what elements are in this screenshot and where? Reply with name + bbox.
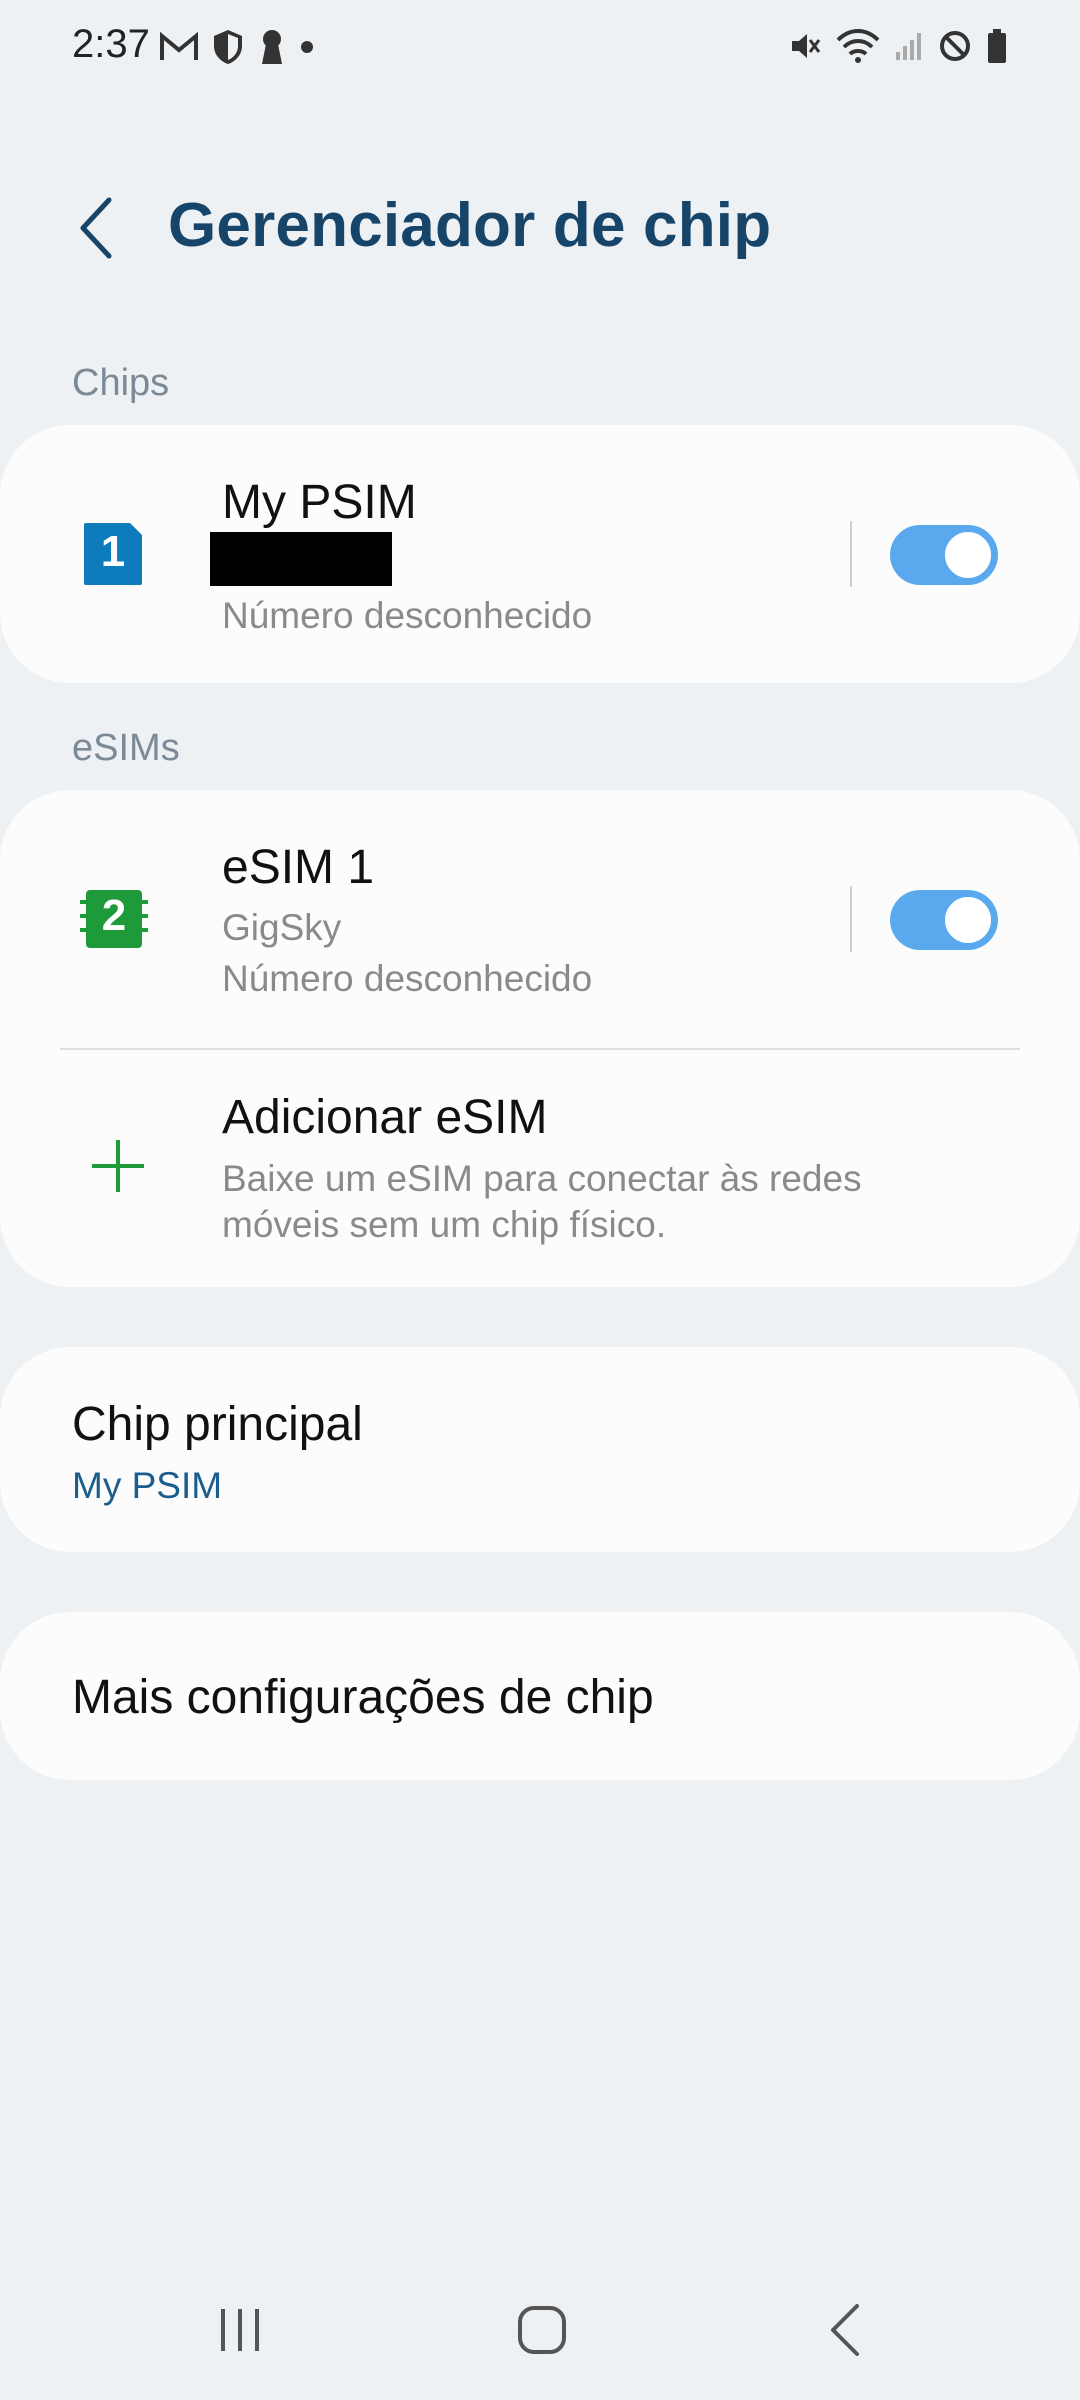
esims-card: 2 eSIM 1 GigSky Número desconhecido Adic… (0, 790, 1080, 1287)
sim-toggle-psim[interactable] (890, 525, 998, 585)
sim-row-psim[interactable]: 1 My PSIM Número desconhecido (0, 425, 1080, 683)
plus-icon (92, 1140, 144, 1192)
chips-card: 1 My PSIM Número desconhecido (0, 425, 1080, 683)
keyhole-icon (262, 30, 282, 64)
status-right-icons (788, 28, 1008, 64)
mute-icon (792, 34, 821, 58)
more-settings-card[interactable]: Mais configurações de chip (0, 1612, 1080, 1780)
section-label-esims: eSIMs (72, 727, 180, 769)
redacted-block (210, 532, 392, 586)
chevron-left-icon (80, 197, 112, 259)
nav-back-icon (831, 2304, 859, 2356)
vertical-divider (850, 521, 852, 587)
app-header: Gerenciador de chip (0, 170, 1080, 280)
add-esim-desc-line1: Baixe um eSIM para conectar às redes (222, 1158, 862, 1199)
home-button[interactable] (497, 2290, 587, 2370)
back-button[interactable] (60, 188, 130, 268)
toggle-knob (942, 529, 994, 581)
sim-badge: 1 (100, 527, 126, 576)
add-esim-row[interactable]: Adicionar eSIM Baixe um eSIM para conect… (0, 1050, 1080, 1287)
esim-carrier: GigSky (222, 907, 342, 948)
esim-number: Número desconhecido (222, 958, 593, 999)
navigation-bar (0, 2260, 1080, 2400)
more-settings-label: Mais configurações de chip (72, 1671, 654, 1724)
nav-back-button[interactable] (800, 2290, 890, 2370)
esim-badge: 2 (101, 891, 127, 940)
sim-row-esim1[interactable]: 2 eSIM 1 GigSky Número desconhecido (0, 790, 1080, 1048)
gmail-icon (160, 32, 198, 60)
home-icon (518, 2306, 566, 2354)
dot-icon (301, 41, 313, 53)
battery-icon (988, 29, 1006, 63)
signal-icon (896, 33, 921, 60)
sim-toggle-esim1[interactable] (890, 890, 998, 950)
shield-icon (214, 30, 242, 64)
add-esim-desc-line2: móveis sem um chip físico. (222, 1204, 667, 1245)
vertical-divider (850, 886, 852, 952)
status-time: 2:37 (72, 22, 150, 66)
block-icon (940, 31, 970, 61)
primary-chip-label: Chip principal (72, 1398, 363, 1451)
status-bar: 2:37 (0, 0, 1080, 100)
esim-name: eSIM 1 (222, 841, 375, 894)
sim-name: My PSIM (222, 476, 417, 529)
section-label-chips: Chips (72, 362, 170, 404)
recent-apps-icon (221, 2309, 259, 2351)
wifi-icon (836, 29, 880, 63)
add-esim-title: Adicionar eSIM (222, 1091, 548, 1144)
primary-chip-card[interactable]: Chip principal My PSIM (0, 1347, 1080, 1552)
status-left-icons (160, 28, 314, 66)
sim-number: Número desconhecido (222, 595, 593, 636)
page-title: Gerenciador de chip (168, 191, 772, 260)
primary-chip-value: My PSIM (72, 1465, 223, 1506)
toggle-knob (942, 894, 994, 946)
recent-apps-button[interactable] (195, 2290, 285, 2370)
